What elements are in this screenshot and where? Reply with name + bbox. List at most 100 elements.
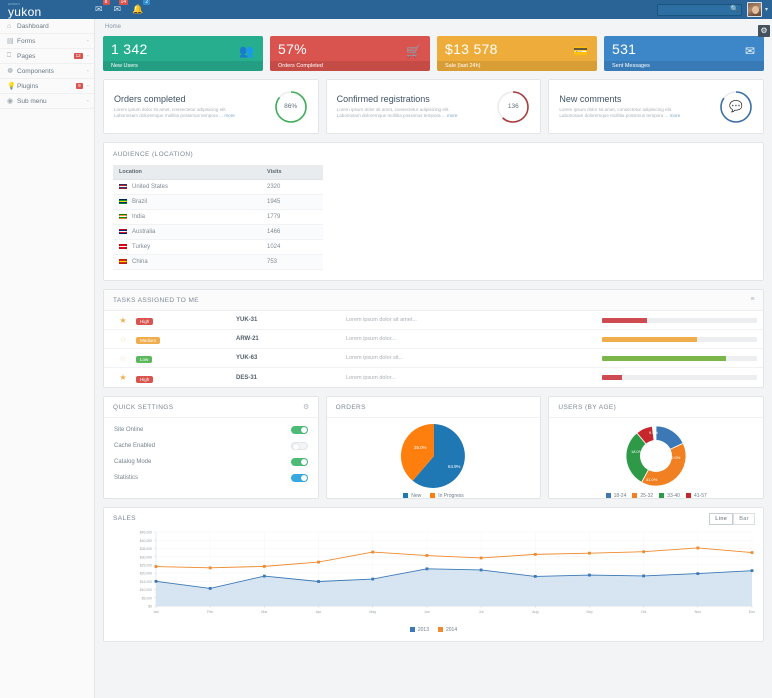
toggle-switch[interactable] [290, 426, 308, 435]
more-link[interactable]: more [447, 113, 457, 118]
sidebar-item-sub-menu[interactable]: ◉ Sub menu - [0, 94, 94, 109]
legend-item-18-24[interactable]: 18-24 [605, 493, 626, 499]
table-row[interactable]: Turkey 1024 [113, 239, 323, 256]
point-2013-Sep [588, 574, 591, 577]
star-icon[interactable]: ☆ [110, 354, 136, 363]
info-card-title: New comments [559, 94, 622, 104]
task-progress [602, 336, 757, 342]
quick-setting-row: Site Online [104, 422, 318, 438]
breadcrumb[interactable]: Home [95, 19, 772, 36]
table-row[interactable]: United States 2320 [113, 179, 323, 196]
more-link[interactable]: more [670, 113, 680, 118]
table-row[interactable]: Australia 1466 [113, 224, 323, 241]
search-icon[interactable]: 🔍 [730, 5, 739, 13]
audience-panel: AUDIENCE (LOCATION) Location Visits Unit… [103, 142, 764, 282]
users-legend: 18-24 25-32 33-40 41-57 [549, 493, 763, 499]
inbox-badge: 14 [118, 0, 129, 5]
legend-item-2013[interactable]: 2013 [409, 627, 429, 633]
table-row[interactable]: Brazil 1945 [113, 194, 323, 211]
desc-line-2: Laboriosam doloremque mollitia possimus … [559, 113, 669, 118]
chart-type-line-button[interactable]: Line [709, 513, 734, 526]
desc-line-1: Lorem ipsum dolor sit amet, consectetur … [114, 107, 227, 112]
orders-panel: ORDERS 64.9% 35.0% New In Progress [325, 396, 542, 500]
country-name: Turkey [132, 244, 151, 251]
task-code: ARW-21 [236, 336, 259, 343]
task-row[interactable]: ☆ Medium ARW-21 Lorem ipsum dolor... [104, 330, 763, 350]
x-tick-label: Mar [261, 610, 268, 614]
stat-card-orders-completed[interactable]: 57% 🛒 Orders Completed [270, 36, 430, 71]
stat-label: Orders Completed [270, 61, 430, 71]
table-row[interactable]: China 753 [113, 254, 323, 271]
sidebar-item-plugins[interactable]: 💡 Plugins 9 - [0, 79, 94, 94]
stat-card-sale[interactable]: $13 578 💳 Sale (last 24h) [437, 36, 597, 71]
task-description: Lorem ipsum dolor sit amet... [346, 317, 417, 324]
column-visits: Visits [261, 165, 323, 180]
search-input[interactable] [656, 4, 742, 17]
chart-type-bar-button[interactable]: Bar [733, 513, 755, 526]
orders-title: ORDERS [335, 404, 366, 412]
quick-settings-header: QUICK SETTINGS ⚙ [104, 397, 318, 419]
toggle-switch[interactable] [290, 442, 308, 451]
legend-item-2014[interactable]: 2014 [438, 627, 457, 633]
main-content: Home 1 342 👥 New Users 57% 🛒 Orders Comp… [95, 19, 772, 698]
task-progress [602, 355, 757, 361]
setting-label: Site Online [114, 427, 144, 434]
bell-icon[interactable]: 🔔 2 [132, 0, 151, 15]
stat-label: New Users [103, 61, 263, 71]
top-header-bar: ADMIN yukon ✉ 8 ✉ 14 🔔 2 🔍 ▾ [0, 0, 772, 19]
inbox-icon[interactable]: ✉ 14 [114, 0, 129, 15]
chevron-down-icon[interactable]: ▾ [765, 6, 768, 13]
sidebar-item-dashboard[interactable]: ⌂ Dashboard [0, 19, 94, 34]
legend-item-41-57[interactable]: 41-57 [685, 493, 707, 499]
orders-header: ORDERS [326, 397, 541, 419]
task-row[interactable]: ★ High DES-31 Lorem ipsum dolor... [104, 368, 763, 387]
info-card-title: Confirmed registrations [336, 94, 430, 104]
gear-icon[interactable]: ⚙ [303, 403, 310, 411]
stat-card-sent-messages[interactable]: 531 ✉ Sent Messages [604, 36, 764, 71]
x-tick-label: Apr [316, 610, 322, 614]
flag-us [119, 184, 127, 189]
legend-item-33-40[interactable]: 33-40 [659, 493, 680, 499]
sidebar-badge-pages: 12 [73, 53, 83, 59]
legend-item-in-progress[interactable]: In Progress [430, 493, 464, 499]
toggle-switch[interactable] [290, 474, 308, 483]
sidebar-item-components[interactable]: ☸ Components - [0, 64, 94, 79]
info-card-desc: Lorem ipsum dolor sit amet, consectetur … [559, 107, 719, 119]
table-row[interactable]: India 1779 [113, 209, 323, 226]
brand-logo[interactable]: ADMIN yukon [0, 2, 95, 18]
sidebar-badge-plugins: 9 [76, 83, 83, 89]
pie-label-inprogress: 35.0% [414, 445, 427, 450]
point-2014-Aug [533, 553, 537, 557]
point-2014-Sep [588, 552, 591, 556]
orders-legend: New In Progress [327, 493, 541, 499]
toggle-switch[interactable] [290, 458, 308, 467]
stat-card-new-users[interactable]: 1 342 👥 New Users [103, 36, 263, 71]
table-header-row: Location Visits [113, 165, 323, 180]
desc-line-2: Laboriosam doloremque mollitia possimus … [114, 113, 224, 118]
task-row[interactable]: ★ High YUK-31 Lorem ipsum dolor sit amet... [104, 311, 763, 331]
priority-cell: Low [136, 352, 236, 364]
sidebar-item-forms[interactable]: ▤ Forms - [0, 34, 94, 49]
y-tick-label: $10,000 [140, 589, 152, 593]
cell-location: India [113, 209, 261, 226]
chevron-icon: - [86, 97, 89, 105]
settings-gear-button[interactable]: ⚙ [758, 25, 770, 37]
legend-item-25-32[interactable]: 25-32 [632, 493, 653, 499]
star-icon[interactable]: ☆ [110, 335, 136, 344]
avatar[interactable] [746, 2, 762, 17]
stat-label: Sent Messages [604, 61, 764, 71]
country-name: China [132, 259, 148, 266]
legend-item-new[interactable]: New [403, 493, 421, 499]
y-tick-label: $25,000 [140, 564, 152, 568]
search-box[interactable]: 🔍 [656, 3, 742, 17]
envelope-icon[interactable]: ✉ 8 [95, 0, 110, 15]
more-link[interactable]: more [224, 113, 234, 118]
task-row[interactable]: ☆ Low YUK-63 Lorem ipsum dolor sit... [104, 349, 763, 369]
star-icon[interactable]: ★ [110, 373, 136, 382]
list-icon[interactable]: ≡ [751, 296, 756, 303]
country-name: Australia [132, 229, 156, 236]
wallet-icon: 💳 [573, 44, 588, 58]
tasks-row: TASKS ASSIGNED TO ME ≡ ★ High YUK-31 Lorem … [95, 289, 772, 389]
sidebar-item-pages[interactable]: ⎕ Pages 12 - [0, 49, 94, 64]
star-icon[interactable]: ★ [110, 316, 136, 325]
